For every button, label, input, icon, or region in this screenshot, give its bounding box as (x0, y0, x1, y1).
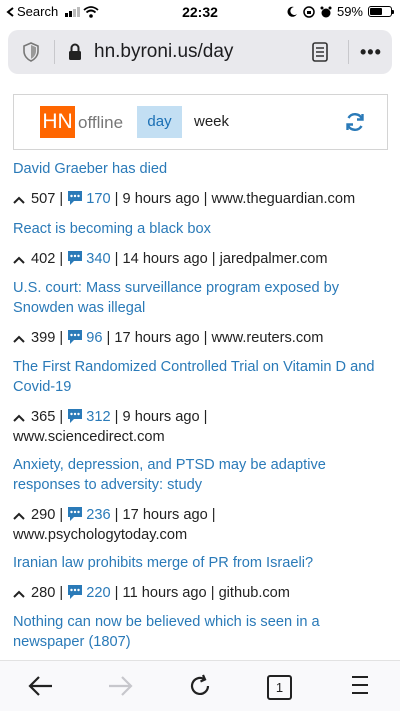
orientation-lock-icon (303, 5, 315, 18)
story-age: 11 hours ago (122, 585, 207, 601)
story-age: 17 hours ago (114, 330, 200, 346)
story-title-link[interactable]: The First Randomized Controlled Trial on… (13, 357, 388, 397)
points: 399 (31, 330, 56, 346)
story-domain[interactable]: www.psychologytoday.com (13, 527, 187, 543)
points: 507 (31, 191, 56, 207)
story-age: 9 hours ago (122, 191, 200, 207)
comments-icon[interactable] (67, 584, 83, 600)
points: 402 (31, 251, 56, 267)
comments-icon[interactable] (67, 506, 83, 522)
story-meta: 402 | 340 | 14 hours ago | jaredpalmer.c… (13, 249, 388, 269)
comments-count-link[interactable]: 236 (86, 507, 110, 523)
points: 290 (31, 507, 56, 523)
comments-count-link[interactable]: 312 (86, 409, 110, 425)
story-title-link[interactable]: U.S. court: Mass surveillance program ex… (13, 278, 388, 318)
story-title-link[interactable]: React is becoming a black box (13, 219, 388, 239)
hamburger-menu-icon[interactable] (350, 674, 370, 696)
story-title-link[interactable]: David Graeber has died (13, 159, 388, 179)
comments-count-link[interactable]: 340 (86, 251, 110, 267)
alarm-icon (320, 6, 332, 17)
comments-icon[interactable] (67, 329, 83, 345)
story-meta: 399 | 96 | 17 hours ago | www.reuters.co… (13, 328, 388, 348)
comments-icon[interactable] (67, 250, 83, 266)
battery-icon (368, 6, 394, 17)
battery-percent: 59% (336, 4, 363, 19)
reload-icon[interactable] (188, 674, 212, 698)
upvote-icon[interactable] (13, 335, 25, 343)
hn-header: HN offline day week (13, 94, 388, 150)
story-meta: 507 | 170 | 9 hours ago | www.theguardia… (13, 189, 388, 209)
story-age: 17 hours ago (122, 507, 208, 523)
upvote-icon[interactable] (13, 590, 25, 598)
tracking-protection-shield-icon[interactable] (22, 42, 40, 62)
browser-toolbar: 1 (0, 660, 400, 711)
battery-fill (370, 8, 382, 15)
upvote-icon[interactable] (13, 256, 25, 264)
story-item: React is becoming a black box 402 | 340 … (13, 219, 388, 269)
address-bar[interactable]: hn.byroni.us/day ••• (8, 30, 392, 74)
comments-icon[interactable] (67, 190, 83, 206)
upvote-icon[interactable] (13, 414, 25, 422)
reader-mode-icon[interactable] (312, 42, 328, 62)
comments-count-link[interactable]: 220 (86, 585, 110, 601)
tab-day[interactable]: day (137, 106, 182, 138)
address-divider (54, 40, 55, 64)
story-title-link[interactable]: Iranian law prohibits merge of PR from I… (13, 553, 388, 573)
status-right: 59% (286, 4, 394, 19)
upvote-icon[interactable] (13, 512, 25, 520)
address-divider (348, 40, 349, 64)
story-domain[interactable]: www.reuters.com (212, 330, 324, 346)
story-item: The First Randomized Controlled Trial on… (13, 357, 388, 447)
url-text[interactable]: hn.byroni.us/day (94, 41, 233, 63)
moon-icon (287, 6, 297, 17)
story-meta: 280 | 220 | 11 hours ago | github.com (13, 583, 388, 603)
back-arrow-icon[interactable] (28, 674, 54, 698)
story-item: Iranian law prohibits merge of PR from I… (13, 553, 388, 603)
status-bar: Search 22:32 59% (0, 0, 400, 24)
upvote-icon[interactable] (13, 196, 25, 204)
comments-icon[interactable] (67, 408, 83, 424)
story-age: 9 hours ago (122, 409, 200, 425)
page-actions-menu-icon[interactable]: ••• (360, 43, 382, 61)
lock-icon[interactable] (68, 43, 82, 61)
story-domain[interactable]: www.theguardian.com (212, 191, 356, 207)
story-meta: 290 | 236 | 17 hours ago | www.psychology… (13, 506, 216, 543)
story-item: U.S. court: Mass surveillance program ex… (13, 278, 388, 348)
story-item: Anxiety, depression, and PTSD may be ada… (13, 455, 388, 545)
story-domain[interactable]: github.com (219, 585, 290, 601)
story-title-link[interactable]: Nothing can now be believed which is see… (13, 612, 388, 652)
story-item: David Graeber has died 507 | 170 | 9 hou… (13, 159, 388, 209)
points: 365 (31, 409, 56, 425)
story-meta: 365 | 312 | 9 hours ago | www.sciencedire… (13, 408, 208, 445)
refresh-icon[interactable] (344, 111, 366, 133)
tab-week[interactable]: week (194, 113, 229, 130)
forward-arrow-icon[interactable] (107, 674, 133, 698)
tab-count-button[interactable]: 1 (267, 675, 292, 700)
points: 280 (31, 585, 56, 601)
story-age: 14 hours ago (122, 251, 208, 267)
offline-label: offline (78, 113, 124, 132)
comments-count-link[interactable]: 96 (86, 330, 102, 346)
hn-logo[interactable]: HN (40, 106, 75, 138)
story-title-link[interactable]: Anxiety, depression, and PTSD may be ada… (13, 455, 388, 495)
story-item: Nothing can now be believed which is see… (13, 612, 388, 652)
comments-count-link[interactable]: 170 (86, 191, 110, 207)
story-domain[interactable]: www.sciencedirect.com (13, 429, 165, 445)
story-domain[interactable]: jaredpalmer.com (220, 251, 328, 267)
